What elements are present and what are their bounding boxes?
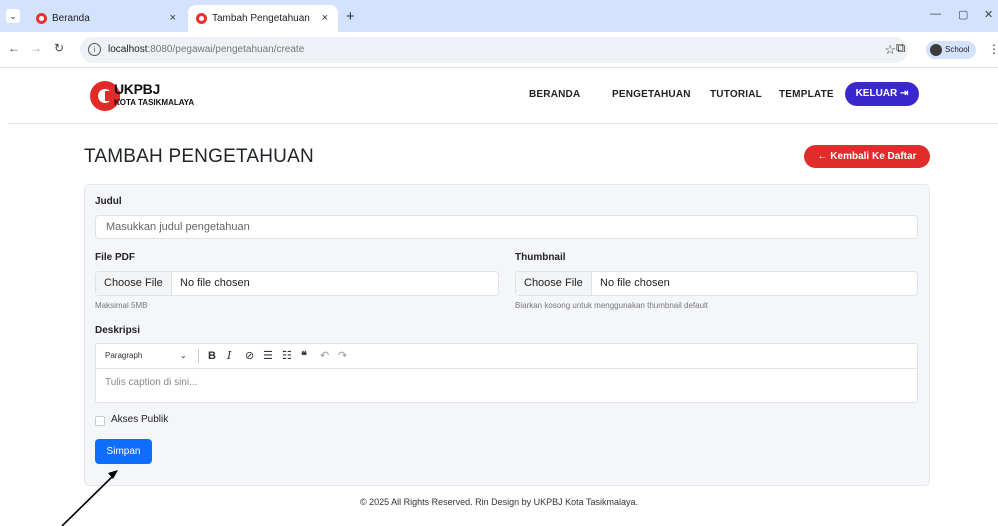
- thumbnail-file-status: No file chosen: [600, 277, 670, 289]
- rich-text-editor[interactable]: Paragraph ⌄ B I ⊘ ☰ ☷ ❝ ↶ ↷ Tulis captio…: [95, 343, 918, 403]
- nav-beranda[interactable]: BERANDA: [529, 89, 580, 100]
- restore-icon[interactable]: ▢: [958, 8, 968, 21]
- bookmark-star-icon[interactable]: ☆: [884, 37, 896, 63]
- save-button[interactable]: Simpan: [95, 439, 152, 464]
- kebab-menu-icon[interactable]: ⋮: [988, 42, 998, 56]
- reload-icon[interactable]: ↻: [54, 41, 64, 55]
- browser-tab-bar: ⌄ Beranda × Tambah Pengetahuan × + — ▢ ✕: [0, 0, 998, 32]
- avatar: [930, 44, 942, 56]
- minimize-icon[interactable]: —: [930, 8, 941, 20]
- url-host: localhost: [108, 44, 148, 55]
- logout-button[interactable]: KELUAR ⇥: [845, 82, 919, 106]
- new-tab-button[interactable]: +: [346, 5, 355, 29]
- back-to-list-button[interactable]: ← Kembali Ke Daftar: [804, 145, 930, 168]
- undo-icon[interactable]: ↶: [320, 344, 329, 368]
- back-arrow-icon[interactable]: ←: [8, 41, 20, 55]
- site-header: UKPBJ KOTA TASIKMALAYA BERANDA PENGETAHU…: [8, 68, 998, 124]
- thumbnail-choose-file-button[interactable]: Choose File: [516, 272, 592, 295]
- site-logo[interactable]: UKPBJ KOTA TASIKMALAYA: [90, 80, 270, 112]
- logo-title: UKPBJ: [114, 81, 160, 97]
- redo-icon[interactable]: ↷: [338, 344, 347, 368]
- url-text: localhost:8080/pegawai/pengetahuan/creat…: [108, 37, 304, 63]
- profile-label: School: [945, 45, 970, 54]
- site-info-icon[interactable]: i: [88, 43, 101, 56]
- public-access-label[interactable]: Akses Publik: [111, 414, 168, 425]
- blockquote-icon[interactable]: ❝: [301, 344, 307, 368]
- toolbar-divider: [198, 349, 199, 363]
- thumbnail-label: Thumbnail: [515, 252, 566, 263]
- nav-pengetahuan[interactable]: PENGETAHUAN: [612, 89, 691, 100]
- pdf-file-status: No file chosen: [180, 277, 250, 289]
- tab-search-icon[interactable]: ⌄: [6, 9, 20, 23]
- browser-toolbar: ← → ↻ i localhost:8080/pegawai/pengetahu…: [0, 32, 998, 68]
- nav-tutorial[interactable]: TUTORIAL: [710, 89, 762, 100]
- logo-subtitle: KOTA TASIKMALAYA: [114, 98, 195, 107]
- pdf-choose-file-button[interactable]: Choose File: [96, 272, 172, 295]
- public-access-checkbox[interactable]: [95, 416, 105, 426]
- forward-arrow-icon[interactable]: →: [30, 41, 42, 55]
- thumbnail-hint: Biarkan kosong untuk menggunakan thumbna…: [515, 301, 709, 310]
- footer-text: © 2025 All Rights Reserved. Rin Design b…: [359, 497, 639, 507]
- tab-tambah-pengetahuan[interactable]: Tambah Pengetahuan ×: [188, 5, 338, 32]
- extensions-icon[interactable]: ⧉: [896, 40, 905, 56]
- pdf-label: File PDF: [95, 252, 136, 263]
- close-icon[interactable]: ×: [170, 5, 176, 32]
- editor-placeholder: Tulis caption di sini...: [105, 377, 198, 388]
- pdf-hint: Maksimal 5MB: [95, 301, 148, 310]
- editor-toolbar: Paragraph ⌄ B I ⊘ ☰ ☷ ❝ ↶ ↷: [96, 344, 917, 369]
- address-bar[interactable]: i localhost:8080/pegawai/pengetahuan/cre…: [80, 37, 908, 63]
- tab-beranda[interactable]: Beranda ×: [28, 5, 186, 32]
- tab-title: Beranda: [52, 13, 90, 24]
- pdf-file-input[interactable]: Choose File No file chosen: [95, 271, 499, 296]
- thumbnail-file-input[interactable]: Choose File No file chosen: [515, 271, 918, 296]
- link-icon[interactable]: ⊘: [245, 344, 254, 368]
- bulleted-list-icon[interactable]: ☰: [263, 344, 273, 368]
- chevron-down-icon[interactable]: ⌄: [180, 344, 187, 368]
- profile-button[interactable]: School: [926, 41, 976, 59]
- favicon-icon: [196, 13, 207, 24]
- deskripsi-label: Deskripsi: [95, 325, 141, 336]
- close-window-icon[interactable]: ✕: [984, 8, 993, 21]
- italic-icon[interactable]: I: [227, 344, 231, 368]
- page-title: TAMBAH PENGETAHUAN: [84, 146, 314, 167]
- close-icon[interactable]: ×: [322, 5, 328, 32]
- url-path: :8080/pegawai/pengetahuan/create: [147, 44, 305, 55]
- judul-label: Judul: [95, 196, 122, 207]
- judul-input[interactable]: Masukkan judul pengetahuan: [95, 215, 918, 239]
- bold-icon[interactable]: B: [208, 344, 216, 368]
- nav-template[interactable]: TEMPLATE: [779, 89, 834, 100]
- favicon-icon: [36, 13, 47, 24]
- tab-title: Tambah Pengetahuan: [212, 13, 310, 24]
- numbered-list-icon[interactable]: ☷: [282, 344, 292, 368]
